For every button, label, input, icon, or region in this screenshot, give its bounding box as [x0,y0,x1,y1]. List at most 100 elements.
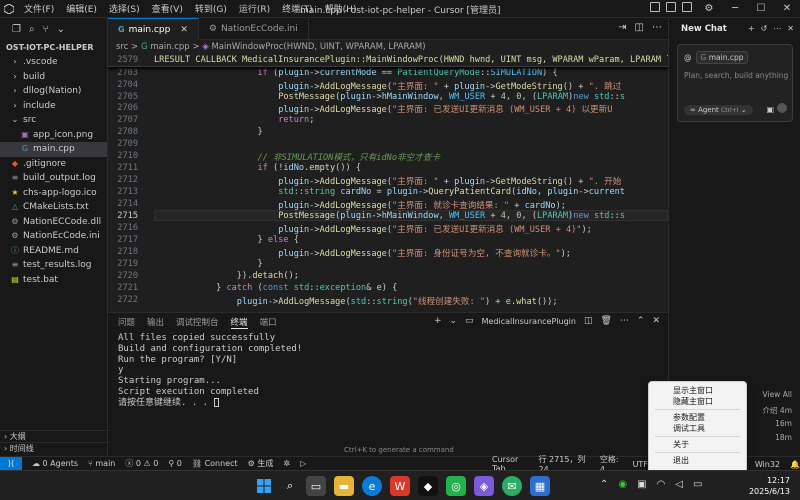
start-button-icon[interactable] [254,476,274,496]
tab-problems[interactable]: 问题 [118,316,135,328]
platform-status[interactable]: Win32 [755,460,780,469]
chat-input-box[interactable]: @ G main.cpp Plan, search, build anything… [677,44,793,122]
tree-item-build[interactable]: › build [0,70,107,85]
tab-main-cpp[interactable]: Gmain.cpp ✕ [108,18,199,40]
tree-item-readme[interactable]: ⓘ README.md [0,244,107,259]
menu-item-about[interactable]: 关于 [649,439,746,450]
tab-output[interactable]: 输出 [147,316,164,328]
maximize-panel-icon[interactable]: ⌃ [637,316,645,326]
branch-status[interactable]: ⑂ main [88,459,115,468]
menu-item-hide-main-window[interactable]: 隐藏主窗口 [649,396,746,407]
image-attach-icon[interactable]: ▣ [766,105,774,114]
purple-app-icon[interactable]: ◈ [474,476,494,496]
maximize-icon[interactable]: ☐ [748,0,774,18]
debug-icon[interactable]: ✲ [283,459,290,468]
menu-item-exit[interactable]: 退出 [649,455,746,466]
battery-icon[interactable]: ▭ [693,479,702,490]
menu-view[interactable]: 查看(V) [152,5,183,15]
menu-item-parameter-config[interactable]: 参数配置 [649,412,746,423]
search-icon[interactable]: ⌕ [280,476,300,496]
edge-browser-icon[interactable]: e [362,476,382,496]
split-editor-icon[interactable]: ◫ [635,22,644,33]
sticky-scroll-header[interactable]: 2579 LRESULT CALLBACK MedicalInsurancePl… [108,54,668,67]
menu-selection[interactable]: 选择(S) [109,5,140,15]
breadcrumb-src[interactable]: src [116,42,128,52]
tab-terminal[interactable]: 终端 [230,316,248,329]
tree-item-nationeccode-ini[interactable]: ⚙ NationEcCode.ini [0,229,107,244]
tab-debug-console[interactable]: 调试控制台 [176,316,219,328]
menu-item-show-main-window[interactable]: 显示主窗口 [649,385,746,396]
files-icon[interactable]: ❐ [12,24,21,35]
tab-ports[interactable]: 端口 [260,316,277,328]
send-button[interactable] [777,103,787,113]
tree-item-main-cpp[interactable]: Gmain.cpp [0,142,107,157]
trash-icon[interactable]: 🗑 [600,316,611,326]
terminal-output[interactable]: All files copied successfully Build and c… [118,333,302,409]
tree-item-build-output-log[interactable]: ≡ build_output.log [0,171,107,186]
tree-item-app-icon[interactable]: ▣ app_icon.png [0,128,107,143]
active-app-icon[interactable]: ▦ [530,476,550,496]
ports-status[interactable]: ⚲ 0 [168,459,182,468]
close-panel-icon[interactable]: ✕ [652,316,660,326]
more-actions-icon[interactable]: ⋯ [652,22,662,33]
connect-button[interactable]: ⛓ Connect [192,459,238,468]
recent-chat-item[interactable]: 16m [775,419,792,428]
tab-nationeccode-ini[interactable]: ⚙ NationEcCode.ini [199,18,309,40]
menu-run[interactable]: 运行(R) [239,5,270,15]
close-icon[interactable]: ✕ [774,0,800,18]
menu-go[interactable]: 转到(G) [195,5,227,15]
remote-indicator[interactable]: ⟩⟨ [0,456,22,471]
tree-item-chs-app-logo[interactable]: ★ chs-app-logo.ico [0,186,107,201]
tree-item-dllog[interactable]: › dllog(Nation) [0,84,107,99]
recent-chat-item[interactable]: 介绍 4m [763,405,792,416]
close-icon[interactable]: ✕ [180,19,188,41]
agent-mode-selector[interactable]: ∞ Agent Ctrl+I ⌄ [684,105,753,115]
close-icon[interactable]: ✕ [787,24,794,33]
cursor-app-icon[interactable]: ◆ [418,476,438,496]
volume-icon[interactable]: ◁ [675,479,683,490]
tree-item-test-results-log[interactable]: ≡ test_results.log [0,258,107,273]
recent-chat-item[interactable]: 18m [775,433,792,442]
chevron-up-icon[interactable]: ⌃ [600,479,608,490]
wifi-icon[interactable]: ◠ [657,479,666,490]
source-control-icon[interactable]: ⑂ [43,24,49,35]
terminal-name[interactable]: MedicalInsurancePlugin [482,317,576,326]
project-title[interactable]: OST-IOT-PC-HELPER [0,40,107,55]
chevron-down-icon[interactable]: ⌄ [450,316,458,326]
new-terminal-icon[interactable]: + [434,316,442,326]
green-app-icon[interactable]: ◎ [446,476,466,496]
run-icon[interactable]: ▷ [300,459,306,468]
notification-bell-icon[interactable]: 🔔 [790,460,800,469]
agents-status[interactable]: ☁ 0 Agents [32,459,78,468]
tree-item-src[interactable]: ⌄ src [0,113,107,128]
tree-item-gitignore[interactable]: ◆ .gitignore [0,157,107,172]
more-actions-icon[interactable]: ⋯ [620,316,629,326]
menu-file[interactable]: 文件(F) [24,5,54,15]
tray-app-icon[interactable]: ◉ [618,479,627,490]
split-terminal-icon[interactable]: ◫ [584,316,593,326]
more-actions-icon[interactable]: ⋯ [773,24,781,33]
system-clock[interactable]: 12:17 2025/6/13 [749,475,790,497]
menu-edit[interactable]: 编辑(E) [66,5,97,15]
tree-item-nationeccode-dll[interactable]: ⚙ NationECCode.dll [0,215,107,230]
new-chat-icon[interactable]: + [748,24,755,33]
tree-item-include[interactable]: › include [0,99,107,114]
open-changes-icon[interactable]: ⇥ [618,22,626,33]
problems-status[interactable]: ⓧ 0 ⚠ 0 [125,458,158,469]
toggle-panel-icon[interactable] [666,2,676,12]
task-view-icon[interactable]: ▭ [306,476,326,496]
tray-app-icon[interactable]: ▣ [637,479,646,490]
tree-item-cmakelists[interactable]: △ CMakeLists.txt [0,200,107,215]
breadcrumb-symbol[interactable]: MainWindowProc(HWND, UINT, WPARAM, LPARA… [211,42,425,52]
context-chip[interactable]: @ G main.cpp [684,51,749,64]
search-icon[interactable]: ⌕ [29,24,35,35]
code-editor[interactable]: 2703 2704 2705 2706 2707 2708 2709 2710 … [108,54,668,312]
history-icon[interactable]: ↺ [761,24,768,33]
wechat-icon[interactable]: ✉ [502,476,522,496]
menu-item-debug-tools[interactable]: 调试工具 [649,423,746,434]
settings-gear-icon[interactable]: ⚙ [696,0,722,18]
toggle-sidebar-icon[interactable] [650,2,660,12]
outline-section[interactable]: › 大纲 [0,430,108,442]
minimize-icon[interactable]: ─ [722,0,748,18]
build-button[interactable]: ⚙ 生成 [248,458,274,469]
